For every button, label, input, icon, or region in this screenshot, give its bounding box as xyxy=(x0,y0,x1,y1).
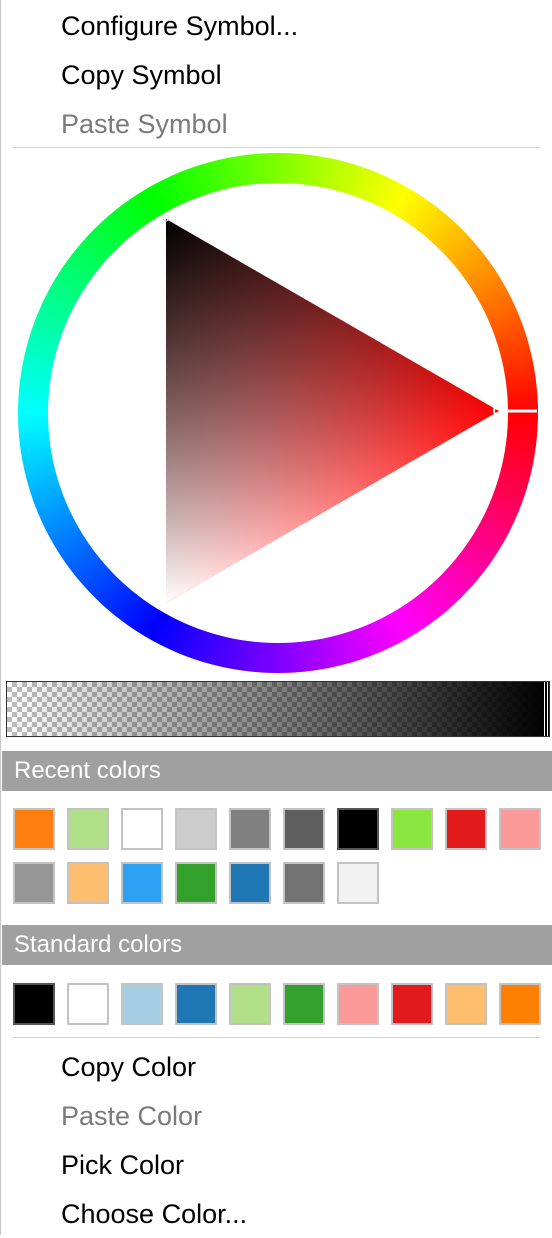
opacity-slider[interactable] xyxy=(6,681,550,737)
recent-color-swatch[interactable] xyxy=(13,862,55,904)
standard-color-swatch[interactable] xyxy=(175,983,217,1025)
saturation-value-triangle[interactable] xyxy=(166,219,499,603)
recent-color-swatch[interactable] xyxy=(391,808,433,850)
recent-color-swatch[interactable] xyxy=(337,862,379,904)
recent-color-swatch[interactable] xyxy=(67,808,109,850)
paste-symbol-item: Paste Symbol xyxy=(61,109,228,139)
standard-color-swatch[interactable] xyxy=(13,983,55,1025)
recent-color-swatch[interactable] xyxy=(499,808,541,850)
recent-color-swatch[interactable] xyxy=(13,808,55,850)
recent-color-swatch[interactable] xyxy=(67,862,109,904)
recent-color-swatch[interactable] xyxy=(121,808,163,850)
copy-color-item[interactable]: Copy Color xyxy=(61,1043,196,1091)
recent-color-swatch[interactable] xyxy=(229,808,271,850)
recent-color-swatch[interactable] xyxy=(175,808,217,850)
choose-color-item[interactable]: Choose Color... xyxy=(61,1190,247,1238)
symbol-context-menu: Configure Symbol... Copy Symbol Paste Sy… xyxy=(0,0,552,1235)
color-wheel[interactable] xyxy=(15,150,541,676)
standard-color-swatch[interactable] xyxy=(337,983,379,1025)
standard-color-swatch[interactable] xyxy=(283,983,325,1025)
standard-color-swatch[interactable] xyxy=(121,983,163,1025)
standard-color-swatch[interactable] xyxy=(445,983,487,1025)
recent-color-swatch[interactable] xyxy=(121,862,163,904)
recent-colors-header: Recent colors xyxy=(2,751,552,791)
recent-color-swatch[interactable] xyxy=(283,808,325,850)
recent-color-swatch[interactable] xyxy=(337,808,379,850)
menu-separator xyxy=(13,147,540,148)
standard-color-swatch[interactable] xyxy=(67,983,109,1025)
pick-color-item[interactable]: Pick Color xyxy=(61,1141,184,1189)
copy-symbol-item[interactable]: Copy Symbol xyxy=(61,51,222,99)
standard-color-swatch[interactable] xyxy=(391,983,433,1025)
recent-color-swatch[interactable] xyxy=(229,862,271,904)
standard-colors-header: Standard colors xyxy=(2,925,552,965)
paste-color-item: Paste Color xyxy=(61,1101,203,1131)
recent-color-swatch[interactable] xyxy=(445,808,487,850)
opacity-slider-handle[interactable] xyxy=(544,682,548,736)
recent-color-swatch[interactable] xyxy=(283,862,325,904)
standard-color-swatch[interactable] xyxy=(499,983,541,1025)
menu-separator xyxy=(13,1037,540,1038)
configure-symbol-item[interactable]: Configure Symbol... xyxy=(61,2,298,50)
recent-color-swatch[interactable] xyxy=(175,862,217,904)
standard-color-swatch[interactable] xyxy=(229,983,271,1025)
